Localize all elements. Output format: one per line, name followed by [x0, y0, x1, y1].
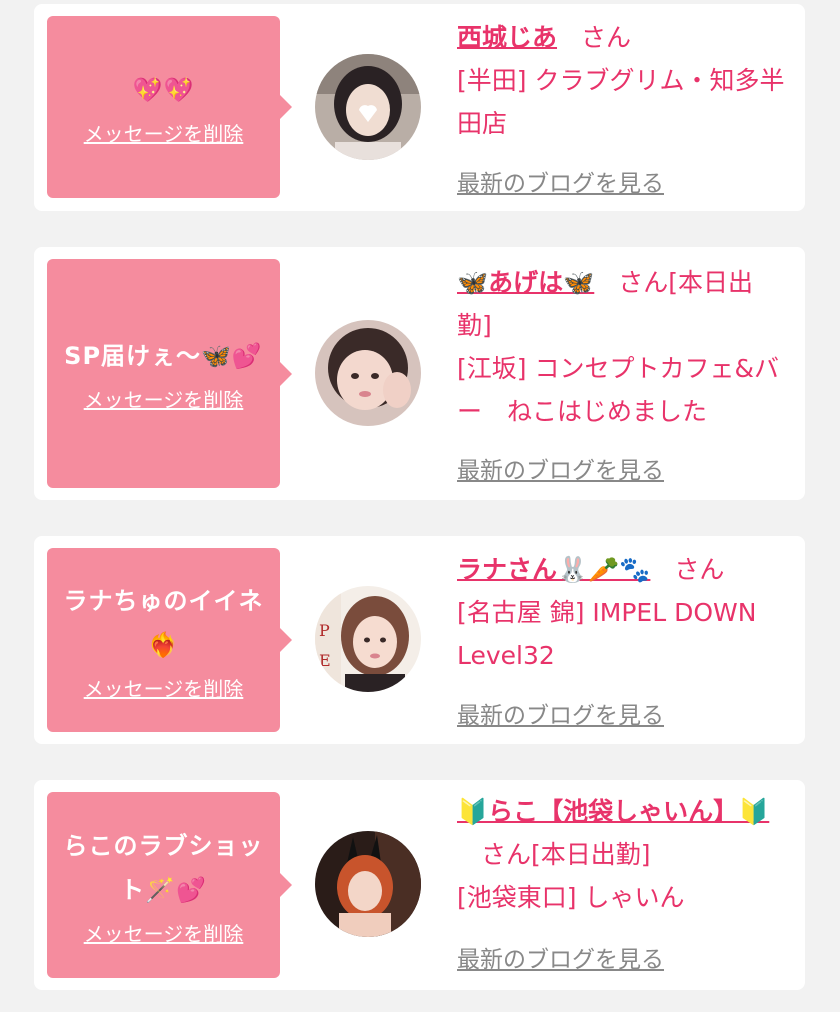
message-text: SP届けぇ〜🦋💕: [64, 342, 263, 370]
user-name-link[interactable]: ラナさん🐰🥕🐾: [457, 555, 650, 584]
user-info: 西城じあ さん [半田] クラブグリム・知多半田店: [457, 16, 787, 145]
message-card: SP届けぇ〜🦋💕 メッセージを削除 🦋あげは🦋 さん[本日出勤] [江坂] コンセ…: [34, 247, 805, 500]
avatar[interactable]: P E: [315, 586, 421, 692]
shop-text: [江坂] コンセプトカフェ&バー ねこはじめました: [457, 354, 779, 426]
avatar[interactable]: [315, 831, 421, 937]
user-info: 🦋あげは🦋 さん[本日出勤] [江坂] コンセプトカフェ&バー ねこはじめました: [457, 261, 787, 433]
delete-message-link[interactable]: メッセージを削除: [84, 384, 244, 413]
delete-message-link[interactable]: メッセージを削除: [84, 918, 244, 947]
message-card: ラナちゅのイイネ❤️‍🔥 メッセージを削除 P E ラナさん🐰🥕🐾 さん [名古屋…: [34, 536, 805, 744]
blog-link[interactable]: 最新のブログを見る: [457, 164, 664, 198]
svg-text:P: P: [319, 621, 330, 640]
delete-message-link[interactable]: メッセージを削除: [84, 673, 244, 702]
status-text: [本日出勤]: [531, 840, 651, 869]
honorific: さん: [618, 268, 669, 297]
avatar[interactable]: [315, 320, 421, 426]
honorific: さん: [674, 555, 725, 584]
message-text: 💖💖: [132, 75, 195, 104]
honorific: さん: [581, 23, 632, 52]
user-info: 🔰らこ【池袋しゃいん】🔰 さん[本日出勤] [池袋東口] しゃいん: [457, 790, 787, 919]
avatar[interactable]: [315, 54, 421, 160]
user-name-link[interactable]: 西城じあ: [457, 23, 557, 52]
user-name-link[interactable]: 🔰らこ【池袋しゃいん】🔰: [457, 797, 769, 826]
message-bubble: らこのラブショット🪄💕 メッセージを削除: [47, 792, 292, 978]
shop-text: [名古屋 錦] IMPEL DOWN Level32: [457, 598, 757, 670]
shop-text: [池袋東口] しゃいん: [457, 883, 685, 912]
svg-text:E: E: [319, 651, 331, 670]
message-text: らこのラブショット🪄💕: [63, 831, 264, 904]
message-bubble: SP届けぇ〜🦋💕 メッセージを削除: [47, 259, 292, 488]
shop-text: [半田] クラブグリム・知多半田店: [457, 66, 785, 138]
blog-link[interactable]: 最新のブログを見る: [457, 451, 664, 485]
user-info: ラナさん🐰🥕🐾 さん [名古屋 錦] IMPEL DOWN Level32: [457, 548, 787, 677]
message-bubble: ラナちゅのイイネ❤️‍🔥 メッセージを削除: [47, 548, 292, 732]
message-card: らこのラブショット🪄💕 メッセージを削除 🔰らこ【池袋しゃいん】🔰 さん[本日出勤…: [34, 780, 805, 990]
blog-link[interactable]: 最新のブログを見る: [457, 696, 664, 730]
user-name-link[interactable]: 🦋あげは🦋: [457, 268, 594, 297]
honorific: さん: [481, 840, 532, 869]
delete-message-link[interactable]: メッセージを削除: [84, 118, 244, 147]
message-bubble: 💖💖 メッセージを削除: [47, 16, 292, 198]
message-card: 💖💖 メッセージを削除 西城じあ さん [半田] クラブグリム・知多半田店 最新の…: [34, 4, 805, 211]
blog-link[interactable]: 最新のブログを見る: [457, 940, 664, 974]
message-text: ラナちゅのイイネ❤️‍🔥: [63, 586, 264, 659]
